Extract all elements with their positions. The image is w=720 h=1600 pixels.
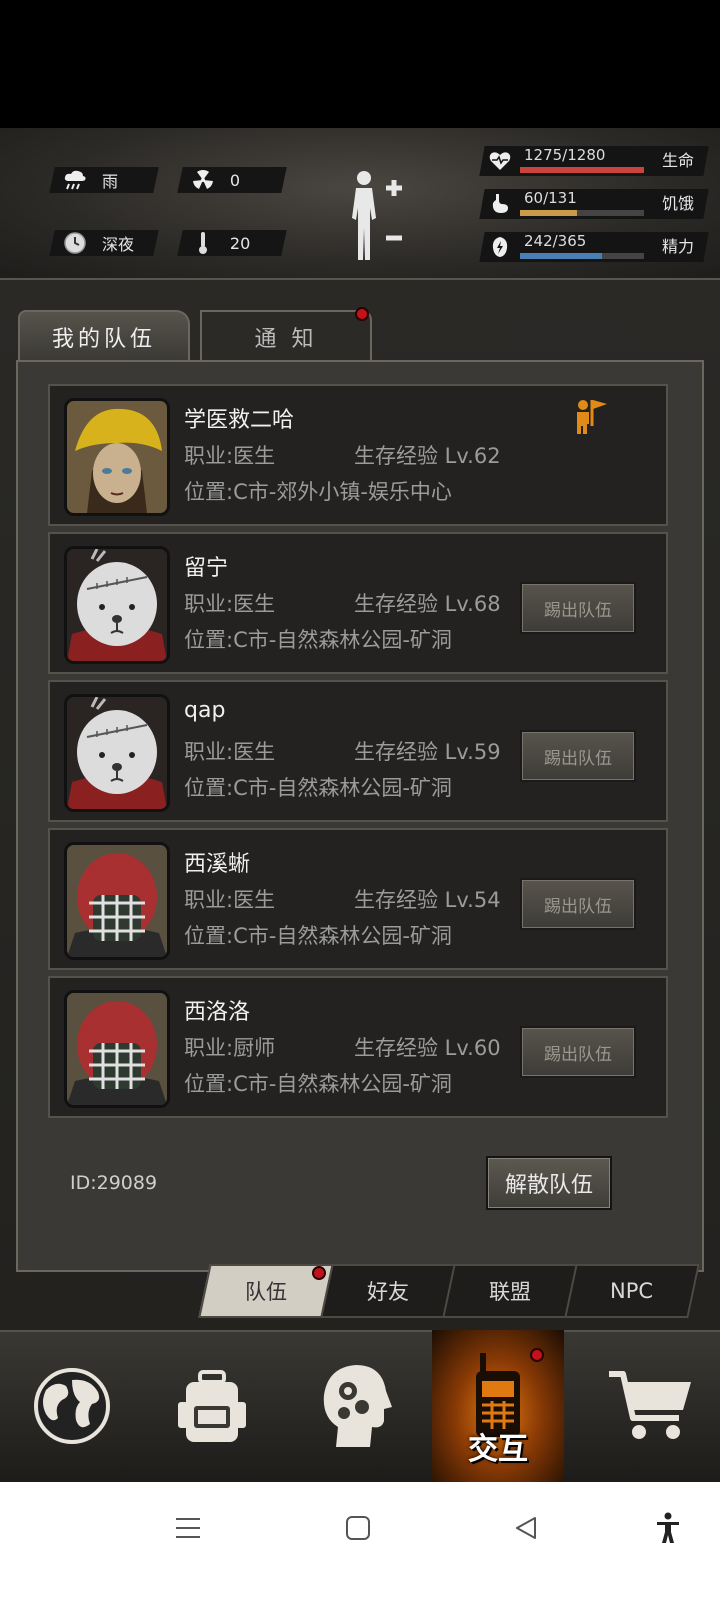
member-xp: 生存经验 Lv.59 <box>354 740 501 764</box>
member-job: 职业:医生 <box>184 592 276 616</box>
member-row[interactable]: 西洛洛 职业:厨师 生存经验 Lv.60 位置:C市-自然森林公园-矿洞 踢出队… <box>48 976 668 1118</box>
rain-cloud-icon <box>62 167 88 193</box>
health-stat: 1275/1280 生命 <box>479 146 709 176</box>
energy-bar <box>520 253 644 259</box>
head-gears-icon <box>323 1365 392 1447</box>
radiation-chip: 0 <box>177 167 287 193</box>
member-job: 职业:厨师 <box>184 1036 276 1060</box>
member-row[interactable]: 留宁 职业:医生 生存经验 Lv.68 位置:C市-自然森林公园-矿洞 踢出队伍 <box>48 532 668 674</box>
member-location: 位置:C市-自然森林公园-矿洞 <box>184 776 452 800</box>
energy-value: 242/365 <box>524 232 587 250</box>
nav-interact[interactable]: 交互 <box>432 1330 564 1482</box>
member-job: 职业:医生 <box>184 444 276 468</box>
member-name: qap <box>184 698 226 723</box>
hunger-bar <box>520 210 644 216</box>
backpack-icon <box>178 1370 246 1442</box>
clock-icon <box>62 230 88 256</box>
heart-pulse-icon <box>488 149 512 173</box>
member-name: 学医救二哈 <box>184 408 295 433</box>
disband-team-button[interactable]: 解散队伍 <box>486 1156 612 1210</box>
member-name: 西洛洛 <box>184 1000 251 1025</box>
accessibility-icon[interactable] <box>648 1508 688 1548</box>
member-location: 位置:C市-自然森林公园-矿洞 <box>184 924 452 948</box>
member-stats: 职业:医生 生存经验 Lv.59 <box>184 736 544 766</box>
hunger-stat: 60/131 饥饿 <box>479 189 709 219</box>
temperature-value: 20 <box>230 233 251 253</box>
time-label: 深夜 <box>102 235 135 254</box>
temperature-chip: 20 <box>177 230 287 256</box>
weather-chip: 雨 <box>49 167 159 193</box>
tab-my-team[interactable]: 我的队伍 <box>18 310 190 362</box>
health-bar <box>520 167 644 173</box>
subtab-friends[interactable]: 好友 <box>320 1264 456 1318</box>
hunger-label: 饥饿 <box>661 194 694 213</box>
nav-shop[interactable] <box>584 1330 716 1482</box>
stomach-icon <box>488 192 512 216</box>
health-label: 生命 <box>661 151 694 170</box>
member-xp: 生存经验 Lv.54 <box>354 888 501 912</box>
member-xp: 生存经验 Lv.60 <box>354 1036 501 1060</box>
member-name: 西溪蜥 <box>184 852 251 877</box>
member-location: 位置:C市-郊外小镇-娱乐中心 <box>184 480 452 504</box>
kick-member-button[interactable]: 踢出队伍 <box>520 730 636 782</box>
body-status-button[interactable] <box>350 168 410 268</box>
yellow-hat-avatar <box>64 398 170 516</box>
leader-flag-icon <box>574 396 610 434</box>
menu-icon[interactable] <box>168 1508 208 1548</box>
globe-icon <box>34 1368 110 1444</box>
tab-notice[interactable]: 通 知 <box>200 310 372 362</box>
time-chip: 深夜 <box>49 230 159 256</box>
energy-icon <box>488 235 512 259</box>
member-location: 位置:C市-自然森林公园-矿洞 <box>184 1072 452 1096</box>
member-row[interactable]: 学医救二哈 职业:医生 生存经验 Lv.62 位置:C市-郊外小镇-娱乐中心 <box>48 384 668 526</box>
member-row[interactable]: qap 职业:医生 生存经验 Lv.59 位置:C市-自然森林公园-矿洞 踢出队… <box>48 680 668 822</box>
member-stats: 职业:医生 生存经验 Lv.62 <box>184 440 544 470</box>
nav-backpack[interactable] <box>146 1330 278 1482</box>
subtab-npc[interactable]: NPC <box>564 1264 700 1318</box>
kick-member-button[interactable]: 踢出队伍 <box>520 1026 636 1078</box>
football-helmet-avatar <box>64 842 170 960</box>
member-stats: 职业:厨师 生存经验 Lv.60 <box>184 1032 544 1062</box>
weather-label: 雨 <box>102 172 119 191</box>
social-subtabs: 队伍 好友 联盟 NPC <box>196 1264 700 1318</box>
energy-label: 精力 <box>661 237 694 256</box>
member-xp: 生存经验 Lv.62 <box>354 444 501 468</box>
notice-alert-dot <box>355 307 369 321</box>
interact-alert-dot <box>530 1348 544 1362</box>
team-id: ID:29089 <box>70 1172 158 1194</box>
subtab-alliance[interactable]: 联盟 <box>442 1264 578 1318</box>
home-icon[interactable] <box>338 1508 378 1548</box>
energy-stat: 242/365 精力 <box>479 232 709 262</box>
back-icon[interactable] <box>506 1508 546 1548</box>
nav-skills[interactable] <box>290 1330 422 1482</box>
bear-mask-avatar <box>64 694 170 812</box>
nav-world-map[interactable] <box>6 1330 138 1482</box>
body-figure-icon <box>352 171 402 260</box>
thermometer-icon <box>190 230 216 256</box>
member-row[interactable]: 西溪蜥 职业:医生 生存经验 Lv.54 位置:C市-自然森林公园-矿洞 踢出队… <box>48 828 668 970</box>
member-xp: 生存经验 Lv.68 <box>354 592 501 616</box>
top-blank-area <box>0 0 720 128</box>
team-alert-dot <box>312 1266 326 1280</box>
member-name: 留宁 <box>184 556 229 581</box>
member-job: 职业:医生 <box>184 888 276 912</box>
football-helmet-avatar <box>64 990 170 1108</box>
kick-member-button[interactable]: 踢出队伍 <box>520 582 636 634</box>
hunger-value: 60/131 <box>524 189 577 207</box>
nav-interact-label: 交互 <box>468 1432 528 1467</box>
member-stats: 职业:医生 生存经验 Lv.68 <box>184 588 544 618</box>
radiation-value: 0 <box>230 170 241 190</box>
bear-mask-avatar <box>64 546 170 664</box>
member-job: 职业:医生 <box>184 740 276 764</box>
member-list[interactable]: 学医救二哈 职业:医生 生存经验 Lv.62 位置:C市-郊外小镇-娱乐中心 留… <box>48 384 670 1126</box>
radiation-icon <box>190 167 216 193</box>
member-location: 位置:C市-自然森林公园-矿洞 <box>184 628 452 652</box>
shopping-cart-icon <box>609 1371 691 1439</box>
health-value: 1275/1280 <box>524 146 606 164</box>
kick-member-button[interactable]: 踢出队伍 <box>520 878 636 930</box>
member-stats: 职业:医生 生存经验 Lv.54 <box>184 884 544 914</box>
